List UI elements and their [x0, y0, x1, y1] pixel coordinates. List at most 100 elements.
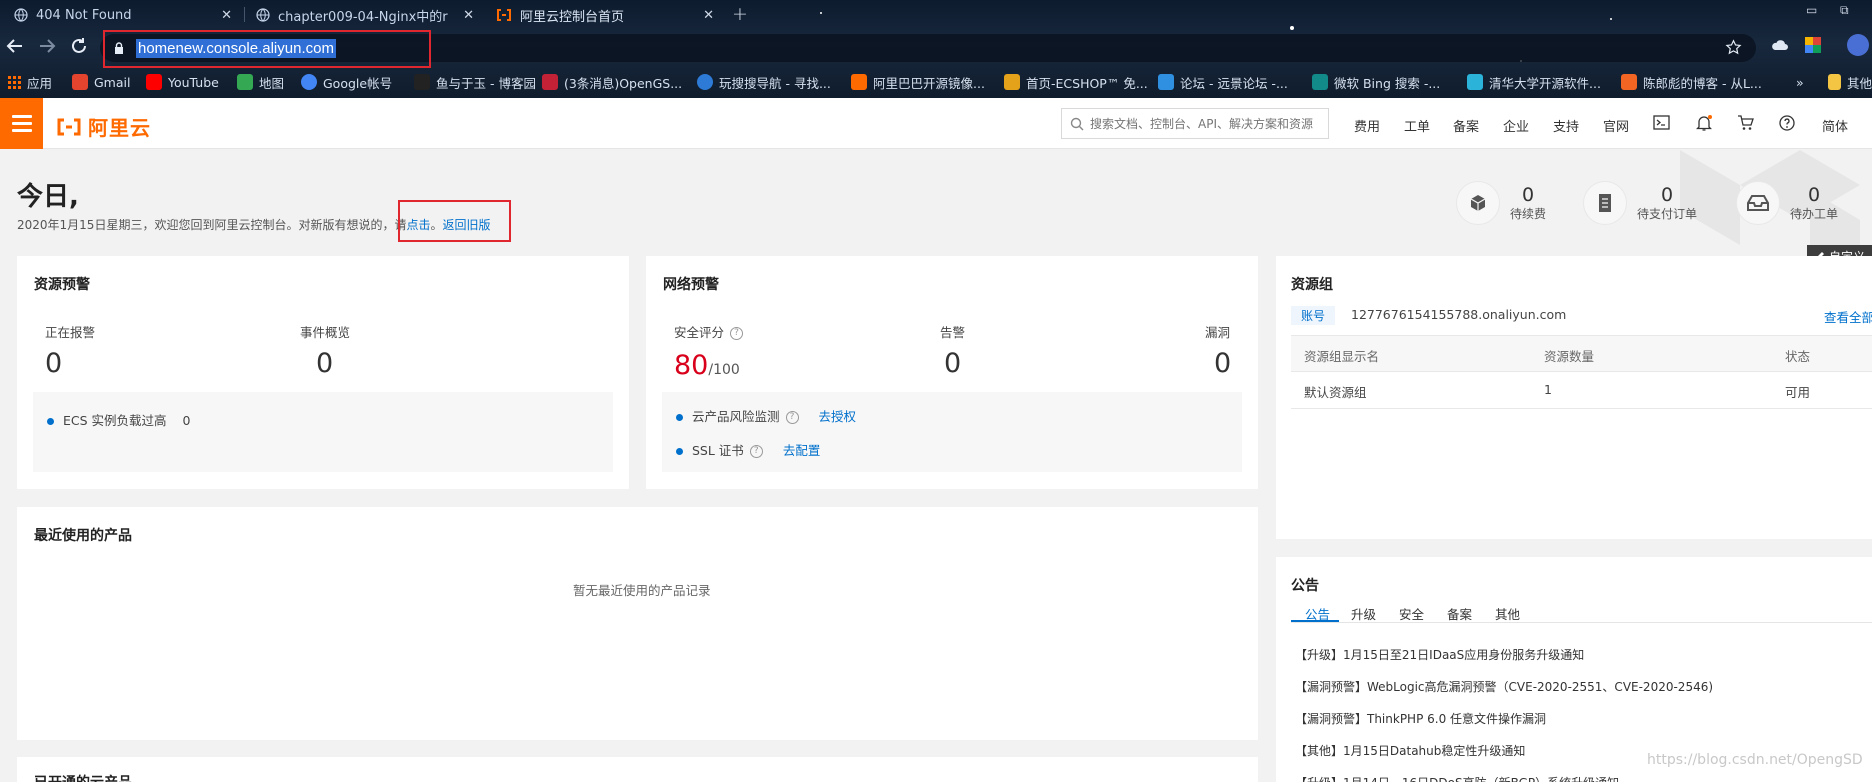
bookmark-csdn[interactable]: (3条消息)OpenGS...: [542, 72, 682, 92]
bookmark-tsinghua[interactable]: 清华大学开源软件...: [1467, 72, 1601, 92]
ssl-cert-label: SSL 证书: [692, 443, 744, 458]
event-value[interactable]: 0: [316, 348, 333, 379]
announcement-item[interactable]: 【升级】1月15日至21日IDaaS应用身份服务升级通知: [1295, 646, 1584, 663]
hamburger-menu-button[interactable]: [0, 98, 43, 149]
warning-value[interactable]: 0: [944, 348, 961, 379]
extension-cloud-icon[interactable]: [1771, 37, 1789, 53]
help-icon[interactable]: [1779, 115, 1795, 131]
risk-monitor-label: 云产品风险监测: [692, 409, 780, 424]
nav-billing[interactable]: 费用: [1354, 116, 1380, 135]
security-score-value[interactable]: 80/100: [674, 350, 740, 381]
google-icon: [301, 74, 317, 90]
bookmark-aliyun-mirror[interactable]: 阿里巴巴开源镜像...: [851, 72, 985, 92]
bookmark-label: Gmail: [94, 74, 131, 90]
forum-icon: [1158, 74, 1174, 90]
resource-count-cell: 1: [1544, 382, 1552, 397]
bookmark-apps[interactable]: 应用: [8, 72, 52, 92]
bookmark-youtube[interactable]: YouTube: [146, 72, 219, 92]
view-all-link[interactable]: 查看全部: [1824, 307, 1872, 326]
document-icon: [1599, 194, 1611, 212]
announcement-item[interactable]: 【升级】1月14日、16日DDoS高防（新BGP）系统升级通知: [1295, 774, 1619, 782]
bookmark-pcbeta[interactable]: 论坛 - 远景论坛 -...: [1158, 72, 1288, 92]
configure-link[interactable]: 去配置: [783, 443, 821, 458]
blog-icon: [1621, 74, 1637, 90]
tab-title: 404 Not Found: [36, 7, 132, 23]
vulnerability-label: 漏洞: [1205, 325, 1231, 340]
ssl-cert-item: SSL 证书? 去配置: [676, 440, 820, 459]
bookmark-wansousou[interactable]: 玩搜搜导航 - 寻找...: [697, 72, 831, 92]
bookmark-google-account[interactable]: Google帐号: [301, 72, 392, 92]
browser-tab[interactable]: 404 Not Found ✕: [4, 2, 242, 28]
profile-avatar[interactable]: [1847, 34, 1869, 56]
new-tab-button[interactable]: +: [732, 3, 748, 25]
help-circle-icon[interactable]: ?: [749, 445, 763, 458]
other-bookmarks[interactable]: 其他: [1828, 72, 1872, 92]
restore-window-icon[interactable]: ▭: [1806, 3, 1817, 17]
bookmark-ecshop[interactable]: 首页-ECSHOP™ 免...: [1004, 72, 1148, 92]
global-search[interactable]: [1061, 108, 1329, 139]
bookmark-maps[interactable]: 地图: [237, 72, 284, 92]
help-circle-icon[interactable]: ?: [785, 411, 799, 424]
maximize-window-icon[interactable]: ⧉: [1840, 3, 1849, 18]
reload-icon[interactable]: [70, 37, 88, 55]
browser-tab[interactable]: chapter009-04-Nginx中的rew ✕: [246, 2, 484, 28]
stat-value: 0: [1521, 183, 1535, 206]
tab-other[interactable]: 其他: [1495, 604, 1520, 623]
highlight-box-url: [103, 30, 431, 68]
bell-icon[interactable]: [1696, 115, 1712, 132]
ecs-load-item[interactable]: ECS 实例负载过高 0: [47, 410, 191, 429]
nav-ticket[interactable]: 工单: [1404, 116, 1430, 135]
box-icon: [1470, 195, 1486, 211]
recent-products-card: 最近使用的产品 暂无最近使用的产品记录: [17, 507, 1258, 740]
bookmarks-more-button[interactable]: »: [1796, 72, 1804, 92]
bookmark-star-icon[interactable]: [1725, 39, 1742, 56]
account-id: 1277676154155788.onaliyun.com: [1351, 307, 1567, 322]
terminal-icon[interactable]: [1653, 115, 1670, 130]
tab-title: 阿里云控制台首页: [520, 9, 625, 25]
nav-icp[interactable]: 备案: [1453, 116, 1479, 135]
tab-upgrade[interactable]: 升级: [1351, 604, 1376, 623]
stat-unpaid-orders[interactable]: 0 待支付订单: [1583, 181, 1697, 225]
tab-security[interactable]: 安全: [1399, 604, 1424, 623]
search-input[interactable]: [1090, 116, 1320, 131]
bookmark-blog[interactable]: 陈郎彪的博客 - 从L...: [1621, 72, 1762, 92]
announcement-item[interactable]: 【漏洞预警】WebLogic高危漏洞预警（CVE-2020-2551、CVE-2…: [1295, 678, 1713, 695]
back-arrow-icon[interactable]: [6, 37, 24, 55]
forward-arrow-icon[interactable]: [38, 37, 56, 55]
bookmark-bing[interactable]: 微软 Bing 搜索 -...: [1312, 72, 1440, 92]
authorize-link[interactable]: 去授权: [819, 409, 857, 424]
search-nav-icon: [697, 74, 713, 90]
stat-renewal[interactable]: 0 待续费: [1456, 181, 1546, 225]
help-circle-icon[interactable]: ?: [730, 327, 744, 340]
stat-pending-tickets[interactable]: 0 待办工单: [1736, 181, 1838, 225]
tab-close-icon[interactable]: ✕: [221, 8, 232, 23]
tab-close-icon[interactable]: ✕: [703, 8, 714, 23]
bookmark-gmail[interactable]: Gmail: [72, 72, 130, 92]
bookmark-cnblogs[interactable]: 鱼与于玉 - 博客园: [414, 72, 536, 92]
nav-official-site[interactable]: 官网: [1603, 116, 1629, 135]
stat-label: 待支付订单: [1637, 206, 1698, 221]
tab-close-icon[interactable]: ✕: [463, 8, 474, 23]
resource-alert-card: 资源预警 正在报警 0 事件概览 0 ECS 实例负载过高 0: [17, 256, 629, 489]
language-switch[interactable]: 简体: [1822, 116, 1848, 135]
event-label: 事件概览: [300, 325, 351, 340]
table-header: 资源组显示名 资源数量 状态: [1291, 335, 1872, 372]
vulnerability-value[interactable]: 0: [1214, 348, 1231, 379]
chevron-more-icon: »: [1796, 74, 1804, 90]
alarm-label: 正在报警: [45, 325, 96, 340]
bookmark-label: (3条消息)OpenGS...: [564, 75, 683, 91]
nav-support[interactable]: 支持: [1553, 116, 1579, 135]
cart-icon[interactable]: [1737, 115, 1754, 131]
tab-announcement[interactable]: 公告: [1305, 604, 1330, 623]
table-row[interactable]: 默认资源组 1 可用: [1291, 372, 1872, 409]
announcement-item[interactable]: 【漏洞预警】ThinkPHP 6.0 任意文件操作漏洞: [1295, 710, 1546, 727]
browser-tab-active[interactable]: 阿里云控制台首页 ✕: [486, 2, 724, 28]
nav-enterprise[interactable]: 企业: [1503, 116, 1529, 135]
extension-colorful-icon[interactable]: [1805, 37, 1821, 53]
alarm-value[interactable]: 0: [45, 348, 62, 379]
tab-icp[interactable]: 备案: [1447, 604, 1472, 623]
aliyun-logo[interactable]: 阿里云: [56, 112, 151, 141]
bullet-dot: [676, 414, 683, 421]
ecs-load-value: 0: [182, 413, 191, 428]
announcement-item[interactable]: 【其他】1月15日Datahub稳定性升级通知: [1295, 742, 1525, 759]
